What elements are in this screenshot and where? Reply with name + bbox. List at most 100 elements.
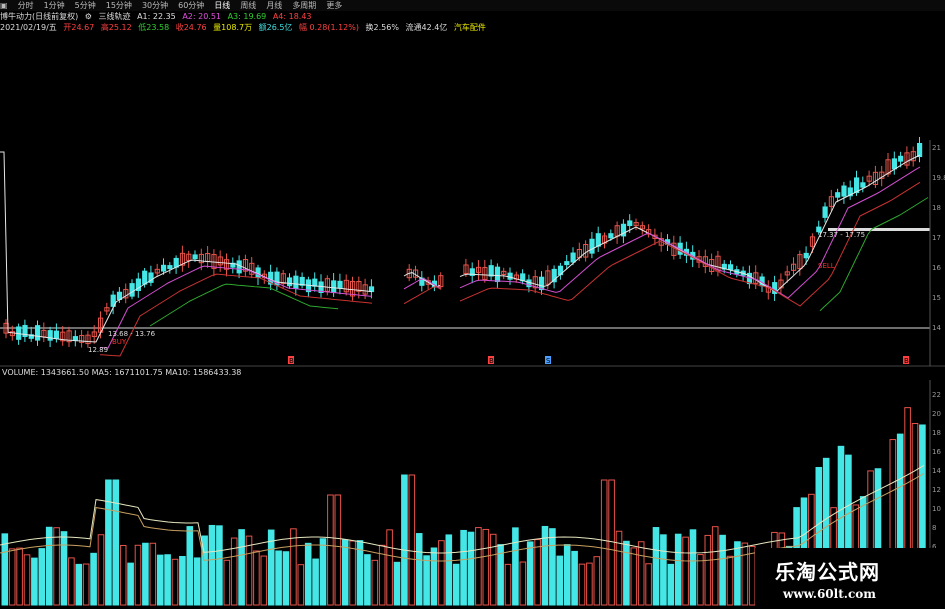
signal-marker-label: B bbox=[289, 357, 294, 365]
volume-bar bbox=[142, 542, 149, 606]
candle-body bbox=[35, 325, 41, 341]
candle-body bbox=[255, 267, 261, 278]
price-tick-label: 16 bbox=[932, 264, 941, 272]
watermark-title: 乐淘公式网 bbox=[775, 560, 880, 584]
indicator-name[interactable]: 博牛动力(日线前复权) bbox=[0, 12, 78, 21]
candle-body bbox=[822, 206, 828, 218]
volume-bar bbox=[90, 552, 97, 606]
candle-body bbox=[841, 185, 847, 197]
price-tick-label: 17 bbox=[932, 234, 941, 242]
volume-bar bbox=[282, 551, 290, 606]
toolbar-item-9[interactable]: 月线 bbox=[266, 0, 282, 11]
volume-bar bbox=[208, 524, 216, 606]
gear-icon[interactable]: ⚙ bbox=[85, 12, 92, 21]
volume-bar bbox=[119, 544, 127, 606]
volume-bar bbox=[105, 479, 112, 606]
volume-bar bbox=[60, 531, 68, 606]
volume-bar bbox=[216, 525, 223, 606]
price-panel[interactable]: 13.68 - 13.7612.89 BUY 17.37 - 17.75 SELL 21… bbox=[0, 136, 945, 367]
indicator-info-line: 博牛动力(日线前复权) ⚙ 三线轨迹 A1: 22.35 A2: 20.51 A… bbox=[0, 11, 945, 22]
candle-body bbox=[167, 265, 173, 270]
toolbar-item-6[interactable]: 60分钟 bbox=[178, 0, 204, 11]
candle-body bbox=[161, 264, 167, 272]
volume-bar bbox=[193, 557, 201, 606]
candle-body bbox=[368, 286, 375, 293]
volume-bar bbox=[8, 548, 16, 606]
quote-turnover: 换2.56% bbox=[365, 23, 399, 32]
toolbar-item-10[interactable]: 多周期 bbox=[292, 0, 316, 11]
candle-body bbox=[331, 280, 337, 294]
volume-bar bbox=[68, 557, 75, 606]
volume-bar bbox=[623, 540, 630, 606]
volume-bar bbox=[393, 561, 401, 606]
volume-bar bbox=[31, 557, 38, 606]
candle-body bbox=[72, 336, 79, 341]
volume-bar bbox=[53, 527, 60, 606]
toolbar-item-2[interactable]: 1分钟 bbox=[44, 0, 65, 11]
signal-marker-label: B bbox=[489, 357, 494, 365]
range-right-label: 17.37 - 17.75 bbox=[818, 231, 865, 239]
volume-bar bbox=[38, 548, 46, 606]
candle-body bbox=[917, 142, 923, 158]
volume-bar bbox=[134, 544, 142, 606]
volume-bar bbox=[97, 534, 105, 606]
volume-bar bbox=[415, 533, 423, 606]
quote-sector: 汽车配件 bbox=[453, 23, 486, 32]
quote-high: 高25.12 bbox=[100, 23, 132, 32]
volume-bar bbox=[586, 562, 593, 606]
volume-bar bbox=[341, 539, 349, 606]
volume-bar bbox=[297, 564, 305, 606]
volume-bar bbox=[526, 541, 534, 606]
period-toolbar: ▣ 分时 1分钟 5分钟 15分钟 30分钟 60分钟 日线 周线 月线 多周期 更多 bbox=[0, 0, 945, 11]
toolbar-item-4[interactable]: 15分钟 bbox=[106, 0, 132, 11]
volume-tick-label: 18 bbox=[932, 429, 941, 437]
volume-bar bbox=[452, 563, 460, 606]
volume-label: VOLUME: 1343661.50 MA5: 1671101.75 MA10:… bbox=[2, 368, 242, 377]
volume-bar bbox=[349, 540, 356, 606]
candle-body bbox=[860, 182, 866, 188]
volume-bar bbox=[423, 555, 430, 606]
volume-bar bbox=[319, 538, 327, 606]
volume-bar bbox=[571, 550, 578, 606]
volume-bar bbox=[682, 536, 689, 606]
volume-tick-label: 12 bbox=[932, 486, 941, 494]
candle-body bbox=[47, 330, 53, 341]
candle-body bbox=[627, 220, 633, 227]
volume-bar bbox=[23, 554, 31, 606]
toolbar-item-11[interactable]: 更多 bbox=[326, 0, 342, 11]
toolbar-item-7[interactable]: 日线 bbox=[214, 0, 230, 11]
quote-open: 开24.67 bbox=[63, 23, 95, 32]
volume-bar bbox=[630, 547, 638, 606]
volume-bar bbox=[401, 474, 408, 606]
quote-float: 流通42.4亿 bbox=[405, 23, 448, 32]
candle-body bbox=[835, 192, 841, 198]
volume-bar bbox=[593, 556, 601, 606]
volume-bar bbox=[45, 526, 53, 606]
quote-change: 幅 0.28(1.12%) bbox=[298, 23, 359, 32]
ma-name: 三线轨迹 bbox=[98, 12, 131, 21]
toolbar-item-8[interactable]: 周线 bbox=[240, 0, 256, 11]
volume-bar bbox=[312, 558, 319, 606]
volume-bar bbox=[164, 554, 171, 606]
volume-bar bbox=[156, 554, 164, 606]
volume-bar bbox=[445, 534, 453, 606]
ma-green-line bbox=[819, 197, 929, 312]
toolbar-item-0[interactable]: ▣ bbox=[0, 0, 8, 11]
kline-chart-canvas[interactable]: 13.68 - 13.7612.89 BUY 17.37 - 17.75 SELL 21… bbox=[0, 0, 945, 609]
volume-bar bbox=[711, 526, 719, 606]
toolbar-item-1[interactable]: 分时 bbox=[18, 0, 34, 11]
volume-bar bbox=[186, 526, 194, 606]
volume-bar bbox=[504, 563, 512, 606]
volume-bar bbox=[674, 533, 682, 606]
candle-body bbox=[192, 254, 198, 260]
volume-bar bbox=[82, 563, 90, 606]
volume-bar bbox=[667, 563, 675, 606]
volume-bar bbox=[704, 534, 712, 606]
quote-volume: 量108.7万 bbox=[213, 23, 253, 32]
a2-value: A2: 20.51 bbox=[182, 12, 222, 21]
toolbar-item-5[interactable]: 30分钟 bbox=[142, 0, 168, 11]
toolbar-item-3[interactable]: 5分钟 bbox=[75, 0, 96, 11]
volume-bar bbox=[489, 533, 497, 606]
price-tick-label: 18 bbox=[932, 204, 941, 212]
ma-short-line bbox=[0, 151, 921, 343]
